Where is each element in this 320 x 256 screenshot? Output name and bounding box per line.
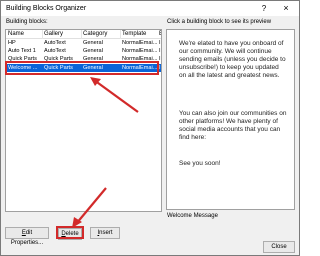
cell-behavior: I xyxy=(159,48,161,54)
title-bar: Building Blocks Organizer ? × xyxy=(1,1,299,16)
selected-row-highlight-annotation xyxy=(5,61,159,75)
column-divider[interactable] xyxy=(42,30,43,39)
list-item[interactable]: HP AutoText General NormalEmai... I xyxy=(6,39,161,47)
cell-behavior: I xyxy=(159,40,161,46)
column-header-behavior[interactable]: B xyxy=(159,31,161,37)
edit-properties-label: dit Properties... xyxy=(10,230,44,246)
close-window-button[interactable]: × xyxy=(279,3,293,14)
insert-label: nsert xyxy=(99,230,113,236)
edit-properties-button[interactable]: Edit Properties... xyxy=(5,227,49,246)
close-button[interactable]: Close xyxy=(263,241,295,253)
cell-gallery: AutoText xyxy=(44,48,66,54)
column-divider[interactable] xyxy=(120,30,121,39)
preview-caption: Welcome Message xyxy=(167,213,218,219)
building-blocks-organizer-dialog: Building Blocks Organizer ? × Building b… xyxy=(0,0,300,256)
help-button[interactable]: ? xyxy=(257,3,271,14)
cell-behavior: I xyxy=(159,56,161,62)
cell-name: Auto Text 1 xyxy=(8,48,36,54)
column-header-template[interactable]: Template xyxy=(122,31,158,37)
cell-category: General xyxy=(83,48,103,54)
building-blocks-list[interactable]: Name Gallery Category Template B HP Auto… xyxy=(5,29,162,212)
preview-label: Click a building block to see its previe… xyxy=(167,19,272,25)
cell-category: General xyxy=(83,40,103,46)
window-title: Building Blocks Organizer xyxy=(6,5,87,12)
column-header-gallery[interactable]: Gallery xyxy=(44,31,76,37)
column-divider[interactable] xyxy=(81,30,82,39)
list-header: Name Gallery Category Template B xyxy=(6,30,161,39)
list-item[interactable]: Auto Text 1 AutoText General NormalEmai.… xyxy=(6,47,161,55)
building-blocks-label: Building blocks: xyxy=(6,19,48,25)
cell-gallery: AutoText xyxy=(44,40,66,46)
cell-template: NormalEmai... xyxy=(122,40,158,46)
delete-button-highlight-annotation xyxy=(56,226,84,239)
preview-paragraph: See you soon! xyxy=(179,160,221,167)
preview-paragraph: You can also join our communities on oth… xyxy=(179,110,287,141)
preview-paragraph: We're elated to have you onboard of our … xyxy=(179,40,286,79)
cell-name: HP xyxy=(8,40,16,46)
cell-behavior: I xyxy=(159,65,161,71)
column-header-category[interactable]: Category xyxy=(83,31,115,37)
preview-pane: We're elated to have you onboard of our … xyxy=(166,29,295,210)
column-header-name[interactable]: Name xyxy=(8,31,38,37)
insert-button[interactable]: Insert xyxy=(90,227,120,239)
cell-template: NormalEmai... xyxy=(122,48,158,54)
